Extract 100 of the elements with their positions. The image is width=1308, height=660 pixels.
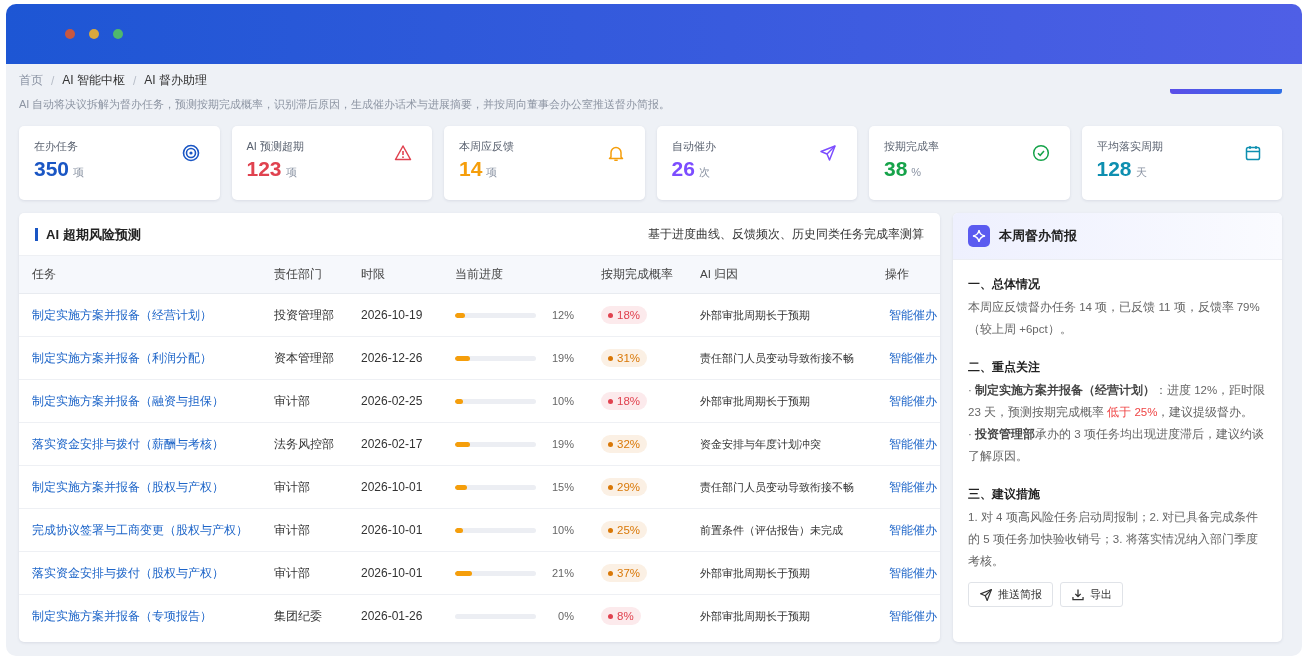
table-cell: 2026-10-01 — [361, 523, 423, 537]
remind-link[interactable]: 智能催办 — [885, 394, 937, 407]
table-cell: 投资管理部 — [274, 308, 334, 321]
minimize-dot[interactable] — [89, 29, 99, 39]
close-dot[interactable] — [65, 29, 75, 39]
column-header: 时限 — [361, 268, 385, 280]
progress-percent: 0% — [557, 610, 574, 622]
maximize-dot[interactable] — [113, 29, 123, 39]
remind-link[interactable]: 智能催办 — [885, 308, 937, 321]
progress-percent: 19% — [550, 352, 574, 364]
stat-value: 14 — [459, 157, 483, 181]
stat-label: 自动催办 — [671, 139, 716, 154]
progress-percent: 15% — [550, 481, 574, 493]
probability-badge: 32% — [601, 435, 648, 453]
probability-badge: 8% — [601, 607, 641, 625]
table-cell: 审计部 — [274, 394, 310, 407]
table-cell: 2026-10-19 — [361, 308, 423, 322]
send-icon — [819, 144, 837, 162]
section-heading: 一、总体情况 — [968, 277, 1041, 292]
briefing-button[interactable]: 导出 — [1060, 582, 1123, 607]
table-cell: 审计部 — [274, 523, 310, 536]
table-cell: 2026-02-25 — [361, 394, 423, 408]
column-header: 当前进度 — [455, 268, 503, 280]
section-heading: 三、建议措施 — [968, 487, 1041, 502]
stat-unit: 项 — [285, 165, 297, 180]
task-link[interactable]: 落实资金安排与拨付（薪酬与考核） — [32, 437, 224, 450]
stat-label: 按期完成率 — [884, 139, 939, 154]
breadcrumb-link[interactable]: AI 智能中枢 — [62, 72, 125, 89]
stat-unit: % — [911, 166, 922, 178]
table-cell: 责任部门人员变动导致衔接不畅 — [700, 351, 854, 364]
probability-badge: 18% — [601, 306, 648, 324]
briefing-button[interactable]: 推送简报 — [968, 582, 1053, 607]
table-cell: 2026-10-01 — [361, 566, 423, 580]
stat-label: AI 预测超期 — [246, 139, 304, 154]
stat-value: 38 — [884, 157, 908, 181]
column-header: 操作 — [885, 268, 909, 280]
table-cell: 2026-02-17 — [361, 437, 423, 451]
progress-percent: 19% — [550, 438, 574, 450]
table-cell: 资金安排与年度计划冲突 — [700, 437, 821, 450]
briefing-title: 本周督办简报 — [999, 227, 1077, 245]
task-link[interactable]: 落实资金安排与拨付（股权与产权） — [32, 566, 224, 579]
column-header: AI 归因 — [700, 268, 739, 280]
calendar-icon — [1244, 144, 1262, 162]
briefing-paragraph: 本周应反馈督办任务 14 项，已反馈 11 项，反馈率 79%（较上周 +6pct）。 — [968, 300, 1261, 337]
briefing-paragraph: 1. 对 4 项高风险任务启动周报制；2. 对已具备完成条件的 5 项任务加快验收销号；3. 将落实情况纳入部门季度考核。 — [968, 510, 1260, 569]
stat-unit: 项 — [73, 165, 85, 180]
table-cell: 外部审批周期长于预期 — [700, 394, 810, 407]
stat-value: 123 — [246, 157, 282, 181]
table-cell: 审计部 — [274, 480, 310, 493]
table-cell: 2026-01-26 — [361, 609, 423, 623]
briefing-paragraph: · 制定实施方案并报备（经营计划）：进度 12%，距时限 23 天，预测按期完成概率 低于 25%，建议提级督办。 — [968, 382, 1267, 420]
breadcrumb-separator: / — [51, 73, 55, 88]
remind-link[interactable]: 智能催办 — [885, 437, 937, 450]
sparkle-icon — [968, 225, 990, 247]
task-link[interactable]: 制定实施方案并报备（利润分配） — [32, 351, 212, 364]
remind-link[interactable]: 智能催办 — [885, 480, 937, 493]
table-cell: 责任部门人员变动导致衔接不畅 — [700, 480, 854, 493]
remind-link[interactable]: 智能催办 — [885, 523, 937, 536]
probability-badge: 37% — [601, 564, 648, 582]
page-description: AI 自动将决议拆解为督办任务，预测按期完成概率，识别滞后原因，生成催办话术与进展摘要，并按周向董事会办公室推送督办简报。 — [19, 97, 672, 112]
stat-value: 128 — [1096, 157, 1132, 181]
probability-badge: 29% — [601, 478, 648, 496]
table-title: AI 超期风险预测 — [35, 227, 141, 241]
target-icon — [181, 144, 200, 162]
probability-badge: 31% — [601, 349, 648, 367]
download-icon — [1071, 587, 1085, 602]
table-cell: 前置条件（评估报告）未完成 — [700, 523, 843, 536]
task-link[interactable]: 制定实施方案并报备（融资与担保） — [32, 394, 224, 407]
column-header: 按期完成概率 — [601, 268, 673, 280]
remind-link[interactable]: 智能催办 — [885, 351, 937, 364]
remind-link[interactable]: 智能催办 — [885, 609, 937, 622]
table-cell: 法务风控部 — [274, 437, 334, 450]
stat-value: 26 — [671, 157, 695, 181]
progress-percent: 10% — [550, 524, 574, 536]
stat-unit: 次 — [698, 165, 710, 180]
task-link[interactable]: 制定实施方案并报备（股权与产权） — [32, 480, 224, 493]
warning-icon — [394, 144, 412, 162]
task-link[interactable]: 制定实施方案并报备（经营计划） — [32, 308, 212, 321]
stat-value: 350 — [34, 157, 70, 181]
progress-percent: 10% — [550, 395, 574, 407]
table-cell: 2026-10-01 — [361, 480, 423, 494]
stat-label: 本周应反馈 — [459, 139, 514, 154]
remind-link[interactable]: 智能催办 — [885, 566, 937, 579]
bell-icon — [606, 144, 625, 162]
table-cell: 审计部 — [274, 566, 310, 579]
stat-label: 在办任务 — [34, 139, 79, 154]
task-link[interactable]: 制定实施方案并报备（专项报告） — [32, 609, 212, 622]
table-cell: 资本管理部 — [274, 351, 334, 364]
send-icon — [979, 587, 993, 602]
task-link[interactable]: 完成协议签署与工商变更（股权与产权） — [32, 523, 248, 536]
probability-badge: 25% — [601, 521, 648, 539]
stat-unit: 项 — [486, 165, 498, 180]
column-header: 责任部门 — [274, 268, 322, 280]
table-cell: 2026-12-26 — [361, 351, 423, 365]
briefing-paragraph: · 投资管理部承办的 3 项任务均出现进度滞后，建议约谈了解原因。 — [968, 427, 1265, 464]
progress-percent: 21% — [550, 567, 574, 579]
probability-badge: 18% — [601, 392, 648, 410]
breadcrumb-separator: / — [133, 73, 137, 88]
progress-percent: 12% — [550, 309, 574, 321]
breadcrumb-link[interactable]: AI 督办助理 — [144, 72, 208, 89]
